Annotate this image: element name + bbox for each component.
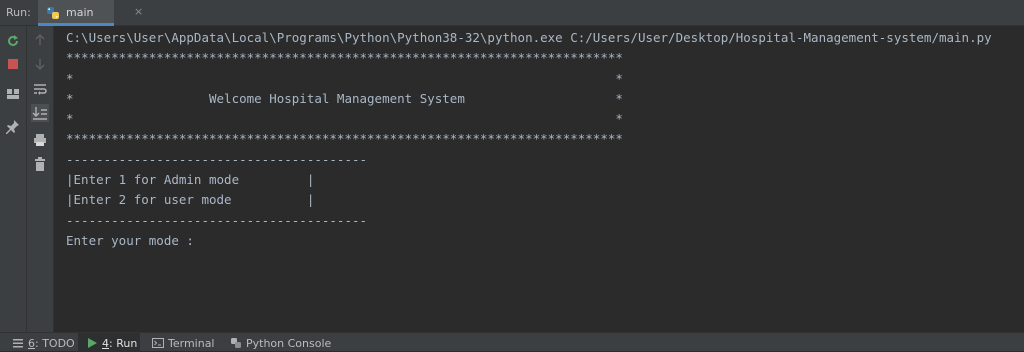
run-label: Run:: [6, 6, 31, 19]
tab-close-icon[interactable]: ×: [134, 5, 143, 18]
soft-wrap-icon[interactable]: [32, 81, 48, 97]
run-icon: [88, 338, 97, 348]
console-line: ****************************************…: [66, 131, 623, 147]
console-toolbar: [27, 26, 54, 332]
down-arrow-icon[interactable]: [32, 56, 48, 72]
pin-icon[interactable]: [5, 118, 21, 134]
todo-tab[interactable]: 6: TODO: [12, 336, 75, 350]
tab-main[interactable]: main ×: [38, 0, 143, 26]
console-output[interactable]: C:\Users\User\AppData\Local\Programs\Pyt…: [54, 26, 1024, 332]
terminal-label: Terminal: [168, 336, 215, 350]
terminal-tab[interactable]: Terminal: [152, 336, 215, 350]
run-toolwindow-header: Run: main ×: [0, 0, 1024, 26]
print-icon[interactable]: [32, 132, 48, 148]
console-line: * *: [66, 70, 623, 86]
todo-label: : TODO: [35, 336, 75, 350]
python-file-icon: [47, 7, 59, 19]
console-line: |Enter 2 for user mode |: [66, 192, 315, 208]
run-toolbar: [0, 26, 27, 332]
tool-window-bar: 6: TODO 4: Run Terminal Python Console: [0, 332, 1024, 352]
python-console-tab[interactable]: Python Console: [230, 336, 331, 350]
tab-label: main: [66, 6, 94, 19]
trash-icon[interactable]: [32, 156, 48, 172]
todo-number: 6: [28, 336, 35, 350]
rerun-icon[interactable]: [5, 33, 21, 49]
run-number: 4: [102, 336, 109, 350]
console-line: |Enter 1 for Admin mode |: [66, 172, 315, 188]
python-console-label: Python Console: [246, 336, 332, 350]
stop-icon[interactable]: [5, 56, 21, 72]
console-line: C:\Users\User\AppData\Local\Programs\Pyt…: [66, 30, 992, 45]
python-console-icon: [231, 338, 241, 348]
console-line: * *: [66, 111, 623, 127]
todo-icon: [13, 339, 23, 348]
scroll-to-end-icon[interactable]: [31, 104, 49, 122]
console-line: ----------------------------------------: [66, 151, 368, 167]
console-line: ****************************************…: [66, 50, 623, 66]
up-arrow-icon[interactable]: [32, 32, 48, 48]
run-label-bottom: : Run: [109, 336, 138, 350]
terminal-icon: [152, 338, 164, 348]
run-tab[interactable]: 4: Run: [86, 336, 137, 350]
console-prompt[interactable]: Enter your mode :: [66, 233, 194, 248]
console-line: * Welcome Hospital Management System *: [66, 90, 623, 106]
layout-icon[interactable]: [5, 86, 21, 102]
console-line: ----------------------------------------: [66, 212, 368, 228]
